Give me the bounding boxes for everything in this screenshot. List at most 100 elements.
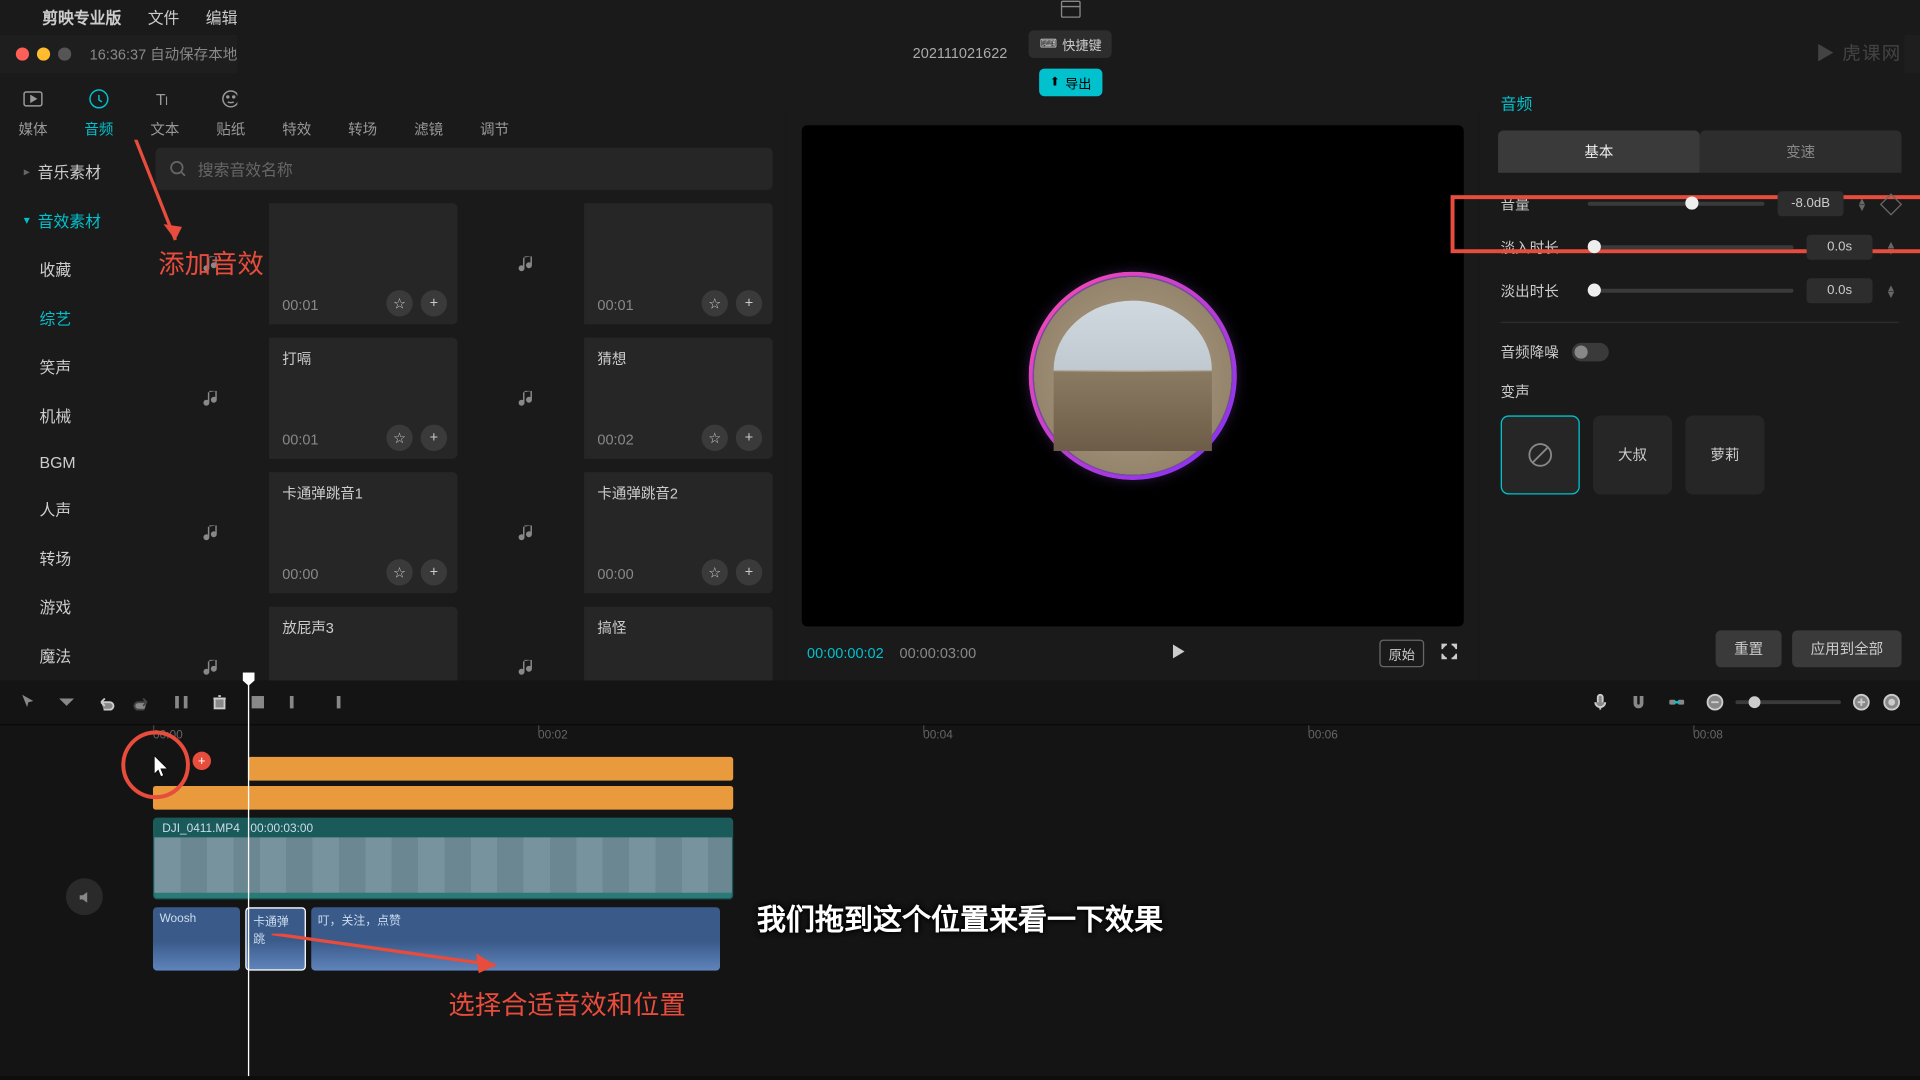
current-time: 00:00:00:02 — [807, 646, 884, 662]
add-button[interactable]: + — [736, 425, 762, 451]
add-button[interactable]: + — [736, 290, 762, 316]
layout-icon[interactable] — [1060, 0, 1081, 20]
tab-basic[interactable]: 基本 — [1498, 131, 1700, 173]
sfx-card[interactable]: 猜想 00:02 ☆+ — [471, 338, 773, 459]
add-track-button[interactable]: + — [193, 752, 211, 770]
duration-label: 00:01 — [282, 433, 318, 449]
effect-track[interactable] — [153, 757, 1920, 781]
favorite-button[interactable]: ☆ — [702, 290, 728, 316]
dropdown-icon[interactable] — [57, 692, 77, 712]
app-titlebar: 16:36:37 自动保存本地 202111021622 ⌨快捷键 ⬆导出 — [0, 34, 1920, 74]
cursor-icon — [153, 754, 171, 778]
zoom-fit-icon[interactable] — [1882, 692, 1902, 712]
tab-speed[interactable]: 变速 — [1700, 131, 1902, 173]
fadeout-value[interactable]: 0.0s — [1807, 278, 1873, 303]
favorite-button[interactable]: ☆ — [386, 559, 412, 585]
mute-button[interactable] — [66, 878, 103, 915]
ratio-button[interactable]: 原始 — [1379, 640, 1424, 668]
zoom-out-icon[interactable] — [1705, 692, 1725, 712]
total-time: 00:00:03:00 — [900, 646, 977, 662]
sfx-card[interactable]: 卡通弹跳音1 00:00 ☆+ — [156, 472, 458, 593]
link-icon[interactable] — [1667, 692, 1687, 712]
stepper-icon[interactable]: ▲▼ — [1857, 197, 1870, 210]
play-button[interactable] — [1169, 642, 1187, 664]
watermark: ▶ 虎课网 — [1816, 40, 1902, 66]
stepper-icon[interactable]: ▲▼ — [1886, 241, 1899, 254]
duration-label: 00:00 — [597, 567, 633, 583]
sidebar-item-magic[interactable]: 魔法 — [0, 632, 142, 681]
voicechange-label: 变声 — [1501, 381, 1899, 402]
add-button[interactable]: + — [421, 559, 447, 585]
undo-icon[interactable] — [95, 692, 115, 712]
favorite-button[interactable]: ☆ — [386, 425, 412, 451]
sfx-card[interactable]: 打嗝 00:01 ☆+ — [156, 338, 458, 459]
stepper-icon[interactable]: ▲▼ — [1886, 284, 1899, 297]
asset-panel: 媒体 音频 TI文本 贴纸 特效 转场 滤镜 调节 ▸音乐素材 ▾音效素材 收藏… — [0, 74, 786, 681]
sidebar-item-variety[interactable]: 综艺 — [0, 294, 142, 343]
zoom-slider[interactable] — [1735, 700, 1840, 704]
volume-value[interactable]: -8.0dB — [1778, 191, 1844, 216]
sidebar-item-game[interactable]: 游戏 — [0, 583, 142, 632]
denoise-toggle[interactable] — [1572, 343, 1609, 361]
sfx-card[interactable]: 放屁声3 00:01 ☆+ — [156, 607, 458, 681]
window-controls[interactable] — [16, 47, 71, 60]
apply-all-button[interactable]: 应用到全部 — [1792, 630, 1901, 667]
volume-slider[interactable] — [1588, 202, 1765, 206]
menu-file[interactable]: 文件 — [148, 6, 180, 28]
voice-none[interactable] — [1501, 415, 1580, 494]
select-tool-icon[interactable] — [18, 692, 38, 712]
export-button[interactable]: ⬆导出 — [1039, 69, 1102, 97]
tab-text[interactable]: TI文本 — [150, 87, 179, 140]
add-button[interactable]: + — [736, 559, 762, 585]
music-note-icon — [471, 472, 584, 593]
fadein-slider[interactable] — [1588, 245, 1794, 249]
video-clip[interactable]: DJI_0411.MP400:00:03:00 — [153, 818, 733, 900]
music-note-icon — [156, 607, 269, 681]
sidebar-item-laugh[interactable]: 笑声 — [0, 343, 142, 392]
sfx-card[interactable]: 卡通弹跳音2 00:00 ☆+ — [471, 472, 773, 593]
disabled-icon — [286, 692, 306, 712]
menu-app[interactable]: 剪映专业版 — [42, 6, 121, 28]
delete-icon[interactable] — [210, 692, 230, 712]
audio-clip[interactable]: Woosh — [153, 907, 240, 970]
player-canvas[interactable] — [802, 125, 1464, 626]
add-button[interactable]: + — [421, 290, 447, 316]
video-track[interactable]: DJI_0411.MP400:00:03:00 — [153, 818, 1920, 900]
voice-loli[interactable]: 萝莉 — [1685, 415, 1764, 494]
favorite-button[interactable]: ☆ — [386, 290, 412, 316]
timeline-ruler[interactable]: 00:00 00:02 00:04 00:06 00:08 — [153, 725, 1920, 749]
reset-button[interactable]: 重置 — [1716, 630, 1782, 667]
sidebar-item-trans[interactable]: 转场 — [0, 534, 142, 583]
menu-edit[interactable]: 编辑 — [206, 6, 238, 28]
zoom-in-icon[interactable] — [1851, 692, 1871, 712]
favorite-button[interactable]: ☆ — [702, 425, 728, 451]
disabled-icon — [248, 692, 268, 712]
player-panel: 播放器 00:00:00:02 00:00:03:00 原始 — [786, 74, 1480, 681]
duration-label: 00:00 — [282, 567, 318, 583]
sidebar-item-voice[interactable]: 人声 — [0, 485, 142, 534]
voice-uncle[interactable]: 大叔 — [1593, 415, 1672, 494]
sfx-card[interactable]: 搞怪 00:01 ☆+ — [471, 607, 773, 681]
effect-track[interactable] — [153, 786, 1920, 810]
magnet-icon[interactable] — [1629, 692, 1649, 712]
shortcut-button[interactable]: ⌨快捷键 — [1029, 30, 1112, 58]
favorite-button[interactable]: ☆ — [702, 559, 728, 585]
sidebar-item-mech[interactable]: 机械 — [0, 392, 142, 441]
tab-audio[interactable]: 音频 — [84, 87, 113, 140]
tab-media[interactable]: 媒体 — [18, 87, 47, 140]
split-icon[interactable] — [171, 692, 191, 712]
mic-icon[interactable] — [1590, 692, 1610, 712]
playhead[interactable] — [248, 680, 249, 1076]
autosave-status: 16:36:37 自动保存本地 — [90, 44, 238, 65]
add-button[interactable]: + — [421, 425, 447, 451]
project-name: 202111021622 — [913, 46, 1008, 62]
music-note-icon — [471, 203, 584, 324]
redo-icon[interactable] — [133, 692, 153, 712]
sfx-card[interactable]: 00:01 ☆+ — [471, 203, 773, 324]
sidebar-item-bgm[interactable]: BGM — [0, 440, 142, 485]
fadein-value[interactable]: 0.0s — [1807, 235, 1873, 260]
fadeout-slider[interactable] — [1588, 289, 1794, 293]
timeline-panel: 00:00 00:02 00:04 00:06 00:08 + DJI_0411… — [0, 680, 1920, 1076]
keyframe-button[interactable] — [1880, 193, 1902, 215]
fullscreen-button[interactable] — [1440, 642, 1458, 664]
